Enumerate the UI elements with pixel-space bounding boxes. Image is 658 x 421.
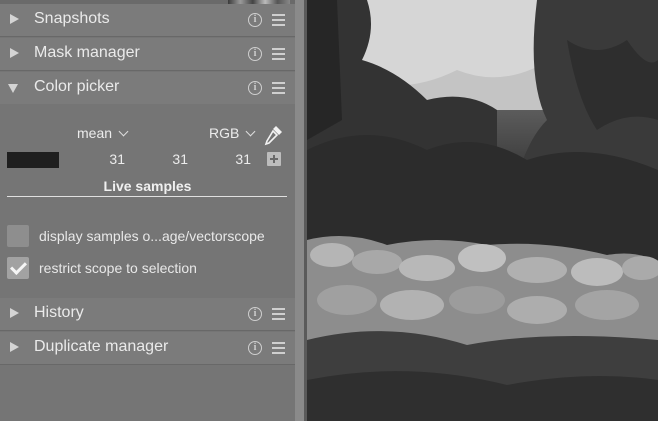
section-divider xyxy=(7,196,287,197)
value-channel-2: 31 xyxy=(172,151,188,167)
presets-menu-icon[interactable] xyxy=(272,342,285,354)
display-samples-checkbox[interactable] xyxy=(7,225,29,247)
color-picker-body: mean RGB 31 31 31 Live samples display s… xyxy=(0,104,295,298)
module-label: Color picker xyxy=(34,78,120,95)
eyedropper-icon[interactable] xyxy=(261,123,285,147)
expand-arrow-icon xyxy=(10,308,19,318)
chevron-down-icon xyxy=(118,126,129,137)
presets-menu-icon[interactable] xyxy=(272,48,285,60)
info-icon[interactable]: i xyxy=(248,341,262,355)
panel-resize-handle[interactable] xyxy=(295,0,307,421)
color-swatch xyxy=(7,152,59,168)
chevron-down-icon xyxy=(245,126,256,137)
expand-arrow-icon xyxy=(10,14,19,24)
value-channel-3: 31 xyxy=(235,151,251,167)
live-samples-heading: Live samples xyxy=(103,178,192,194)
image-center-view[interactable] xyxy=(307,0,658,421)
info-icon[interactable]: i xyxy=(248,13,262,27)
module-header-history[interactable]: History i xyxy=(0,298,295,331)
module-header-snapshots[interactable]: Snapshots i xyxy=(0,4,295,37)
display-samples-label: display samples o...age/vectorscope xyxy=(39,228,265,244)
expand-arrow-icon xyxy=(10,342,19,352)
add-sample-button[interactable] xyxy=(267,152,281,166)
module-label: Mask manager xyxy=(34,44,140,61)
value-channel-1: 31 xyxy=(109,151,125,167)
restrict-scope-checkbox[interactable] xyxy=(7,257,29,279)
presets-menu-icon[interactable] xyxy=(272,14,285,26)
presets-menu-icon[interactable] xyxy=(272,308,285,320)
module-header-color-picker[interactable]: Color picker i xyxy=(0,72,295,105)
right-side-panel: Snapshots i Mask manager i Color picker … xyxy=(0,0,295,421)
expand-arrow-icon xyxy=(10,48,19,58)
module-label: Duplicate manager xyxy=(34,338,169,355)
statistic-value: mean xyxy=(77,125,113,141)
color-model-value: RGB xyxy=(209,125,240,141)
statistic-dropdown[interactable]: mean xyxy=(77,125,129,141)
module-header-duplicate-manager[interactable]: Duplicate manager i xyxy=(0,332,295,365)
presets-menu-icon[interactable] xyxy=(272,82,285,94)
module-label: Snapshots xyxy=(34,10,110,27)
info-icon[interactable]: i xyxy=(248,307,262,321)
info-icon[interactable]: i xyxy=(248,81,262,95)
restrict-scope-label: restrict scope to selection xyxy=(39,260,197,276)
module-header-mask-manager[interactable]: Mask manager i xyxy=(0,38,295,71)
photo-landscape xyxy=(307,0,658,421)
module-label: History xyxy=(34,304,84,321)
collapse-arrow-icon xyxy=(8,84,18,93)
info-icon[interactable]: i xyxy=(248,47,262,61)
color-model-dropdown[interactable]: RGB xyxy=(209,125,256,141)
